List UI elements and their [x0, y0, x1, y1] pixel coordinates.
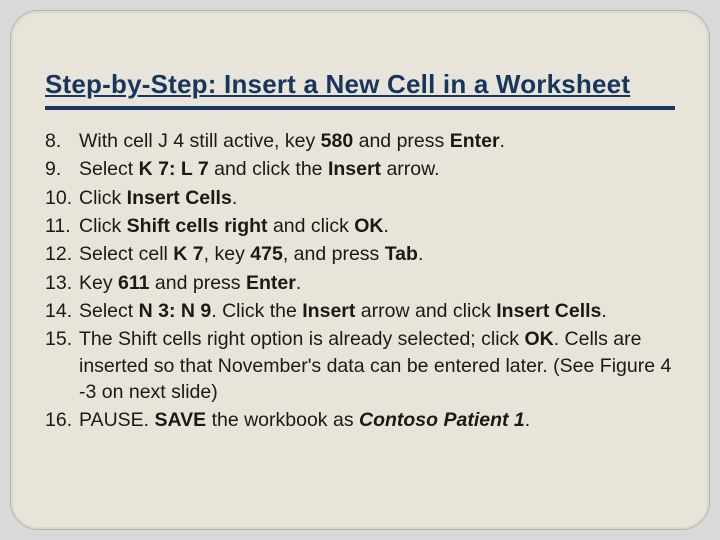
- step-text: The Shift cells right option is already …: [79, 326, 675, 405]
- step-number: 14.: [45, 298, 75, 324]
- step-text: Select cell K 7, key 475, and press Tab.: [79, 241, 675, 267]
- step-number: 9.: [45, 156, 75, 182]
- slide-card: Step-by-Step: Insert a New Cell in a Wor…: [10, 10, 710, 530]
- step-item: 13.Key 611 and press Enter.: [45, 270, 675, 296]
- step-number: 11.: [45, 213, 75, 239]
- title-underline-rule: [45, 106, 675, 110]
- step-number: 8.: [45, 128, 75, 154]
- step-item: 8.With cell J 4 still active, key 580 an…: [45, 128, 675, 154]
- step-item: 16.PAUSE. SAVE the workbook as Contoso P…: [45, 407, 675, 433]
- step-item: 15.The Shift cells right option is alrea…: [45, 326, 675, 405]
- step-text: With cell J 4 still active, key 580 and …: [79, 128, 675, 154]
- step-number: 15.: [45, 326, 75, 405]
- step-number: 16.: [45, 407, 75, 433]
- step-text: Click Shift cells right and click OK.: [79, 213, 675, 239]
- step-item: 14.Select N 3: N 9. Click the Insert arr…: [45, 298, 675, 324]
- step-text: Select K 7: L 7 and click the Insert arr…: [79, 156, 675, 182]
- step-number: 13.: [45, 270, 75, 296]
- step-item: 12.Select cell K 7, key 475, and press T…: [45, 241, 675, 267]
- step-item: 11.Click Shift cells right and click OK.: [45, 213, 675, 239]
- slide-title: Step-by-Step: Insert a New Cell in a Wor…: [45, 69, 675, 100]
- step-text: PAUSE. SAVE the workbook as Contoso Pati…: [79, 407, 675, 433]
- step-number: 12.: [45, 241, 75, 267]
- step-text: Select N 3: N 9. Click the Insert arrow …: [79, 298, 675, 324]
- step-number: 10.: [45, 185, 75, 211]
- step-text: Click Insert Cells.: [79, 185, 675, 211]
- step-text: Key 611 and press Enter.: [79, 270, 675, 296]
- steps-list: 8.With cell J 4 still active, key 580 an…: [45, 128, 675, 433]
- step-item: 10.Click Insert Cells.: [45, 185, 675, 211]
- step-item: 9.Select K 7: L 7 and click the Insert a…: [45, 156, 675, 182]
